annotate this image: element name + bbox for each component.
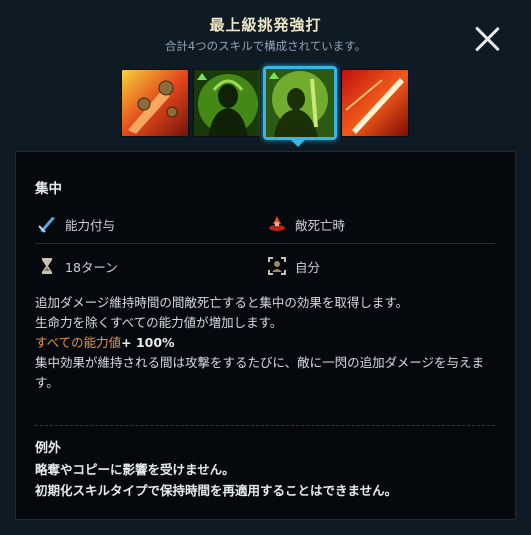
skill-name: 集中	[35, 181, 62, 197]
skill-set-title: 最上級挑発強打	[209, 16, 322, 34]
fire-flail-skill-icon[interactable]	[121, 69, 189, 137]
self-target-icon	[267, 256, 287, 276]
stat-duration: 18ターン	[37, 256, 118, 276]
green-aura-warrior-skill-icon[interactable]	[193, 69, 261, 137]
stat-target-label: 自分	[295, 259, 321, 275]
skill-icon-list	[121, 66, 411, 140]
exceptions-list: 略奪やコピーに影響を受けません。 初期化スキルタイプで保持時間を再適用することは…	[35, 459, 397, 501]
stat-trigger: 敵死亡時	[267, 214, 345, 234]
hourglass-icon	[37, 256, 57, 276]
red-slash-skill-icon[interactable]	[341, 69, 409, 137]
stat-duration-label: 18ターン	[65, 259, 118, 275]
green-warrior-focus-skill-icon[interactable]	[263, 66, 337, 140]
stat-trigger-label: 敵死亡時	[295, 217, 346, 233]
description-line: 追加ダメージ維持時間の間敵死亡すると集中の効果を取得します。	[35, 295, 409, 310]
skill-description: 追加ダメージ維持時間の間敵死亡すると集中の効果を取得します。 生命力を除くすべて…	[35, 293, 505, 393]
enemy-death-icon	[267, 214, 287, 234]
skill-set-header: 最上級挑発強打 合計4つのスキルで構成されています。	[0, 0, 531, 60]
skill-detail-panel: 集中 能力付与 敵死亡時 18ターン 自分 追加ダメージ維持時間の間敵死亡すると…	[15, 151, 516, 520]
close-icon[interactable]	[470, 22, 504, 56]
stat-type: 能力付与	[37, 214, 115, 234]
selected-skill-pointer	[290, 139, 306, 147]
section-divider	[35, 425, 495, 426]
stat-bonus-label: すべての能力値	[35, 335, 122, 350]
exception-line: 略奪やコピーに影響を受けません。	[35, 462, 235, 477]
description-line: 生命力を除くすべての能力値が増加します。	[35, 315, 283, 330]
stat-type-label: 能力付与	[65, 217, 116, 233]
skill-set-subtitle: 合計4つのスキルで構成されています。	[164, 39, 367, 53]
stat-divider	[35, 243, 495, 244]
buff-sword-icon	[37, 214, 57, 234]
exception-line: 初期化スキルタイプで保持時間を再適用することはできません。	[35, 483, 398, 498]
exceptions-title: 例外	[35, 441, 62, 456]
description-line: 集中効果が維持される間は攻撃をするたびに、敵に一閃の追加ダメージを与えます。	[35, 355, 485, 390]
stat-bonus-value: + 100%	[121, 335, 175, 350]
description-stat-line: すべての能力値+ 100%	[35, 333, 505, 353]
stat-target: 自分	[267, 256, 320, 276]
